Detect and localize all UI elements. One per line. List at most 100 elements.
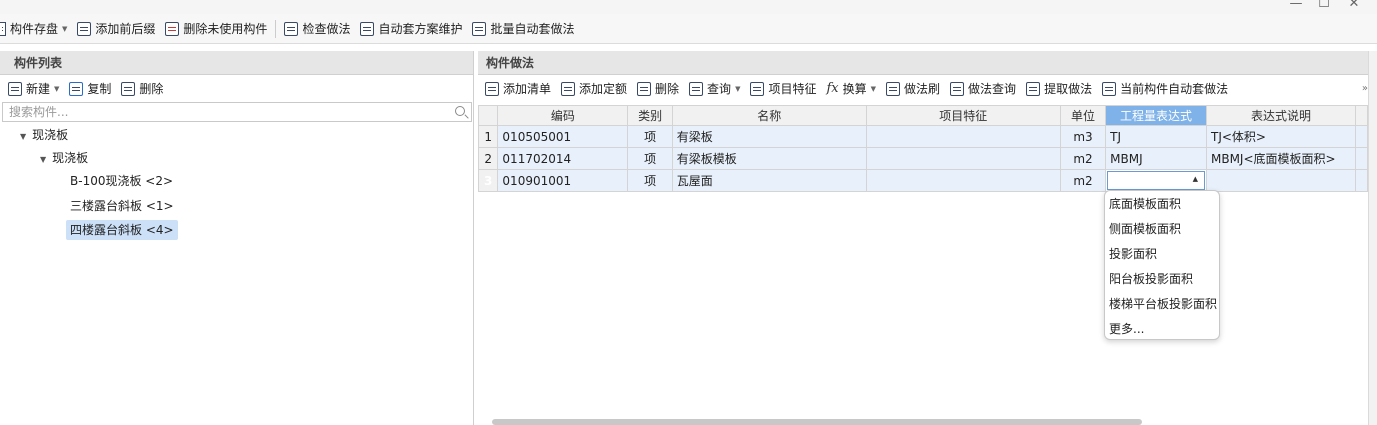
close-icon[interactable]: ✕ xyxy=(1344,0,1364,12)
auto-scheme-maintain-button[interactable]: 自动套方案维护 xyxy=(355,18,467,40)
horizontal-scrollbar-thumb[interactable] xyxy=(492,419,1142,425)
dropdown-option[interactable]: 阳台板投影面积 xyxy=(1105,267,1219,292)
new-button[interactable]: 新建 ▼ xyxy=(6,78,64,100)
search-box xyxy=(2,102,472,122)
search-input[interactable] xyxy=(3,103,471,121)
chevron-down-icon[interactable]: ▼ xyxy=(735,85,740,93)
auto-apply-current-button[interactable]: 当前构件自动套做法 xyxy=(1097,78,1233,100)
table-row[interactable]: 1 010505001 项 有梁板 m3 TJ TJ<体积> xyxy=(477,125,1368,148)
component-save-button[interactable]: 构件存盘 ▼ xyxy=(0,18,72,40)
delete-button[interactable]: 删除 xyxy=(116,78,168,100)
component-method-title: 构件做法 xyxy=(478,51,1368,75)
cell-feature[interactable] xyxy=(865,169,1061,192)
column-header-code[interactable]: 编码 xyxy=(497,105,629,126)
add-prefix-suffix-button[interactable]: 添加前后缀 xyxy=(72,18,160,40)
batch-auto-apply-button[interactable]: 批量自动套做法 xyxy=(467,18,579,40)
save-icon xyxy=(0,21,6,36)
auto-scheme-maintain-label: 自动套方案维护 xyxy=(378,22,463,36)
column-header-type[interactable]: 类别 xyxy=(627,105,673,126)
method-query-button[interactable]: 做法查询 xyxy=(945,78,1021,100)
cell-name[interactable]: 有梁板 xyxy=(671,125,867,148)
vertical-scrollbar[interactable] xyxy=(1368,51,1377,425)
column-header-name[interactable]: 名称 xyxy=(671,105,867,126)
add-list-icon xyxy=(485,81,499,96)
cell-spacer xyxy=(1355,125,1368,148)
add-list-button[interactable]: 添加清单 xyxy=(480,78,556,100)
cell-type[interactable]: 项 xyxy=(627,125,673,148)
expand-triangle-icon[interactable]: ▼ xyxy=(20,132,26,141)
cell-code[interactable]: 010505001 xyxy=(497,125,629,148)
table-row[interactable]: 2 011702014 项 有梁板模板 m2 MBMJ MBMJ<底面模板面积> xyxy=(477,147,1368,170)
cell-expression-desc[interactable]: TJ<体积> xyxy=(1205,125,1357,148)
delete-unused-button[interactable]: 删除未使用构件 xyxy=(160,18,272,40)
add-quota-button[interactable]: 添加定额 xyxy=(556,78,632,100)
method-grid: 编码 类别 名称 项目特征 单位 工程量表达式 表达式说明 1 01050500… xyxy=(477,105,1368,192)
expression-editor[interactable]: ▲ xyxy=(1107,171,1205,190)
tree-item-floor4-slab[interactable]: 四楼露台斜板 <4> xyxy=(66,220,178,240)
tree-node-label: 现浇板 xyxy=(52,151,89,165)
column-header-feature[interactable]: 项目特征 xyxy=(865,105,1061,126)
table-row[interactable]: 3 010901001 项 瓦屋面 m2 ▲ xyxy=(477,169,1368,192)
tree-node-root[interactable]: ▼ 现浇板 xyxy=(16,125,72,145)
search-icon[interactable] xyxy=(455,106,465,116)
dropdown-option[interactable]: 投影面积 xyxy=(1105,242,1219,267)
row-number[interactable]: 1 xyxy=(477,125,499,148)
chevron-down-icon[interactable]: ▼ xyxy=(62,25,67,33)
method-brush-button[interactable]: 做法刷 xyxy=(881,78,945,100)
maximize-icon[interactable]: ☐ xyxy=(1314,0,1334,12)
expand-triangle-icon[interactable]: ▼ xyxy=(40,155,46,164)
dropdown-option[interactable]: 楼梯平台板投影面积 xyxy=(1105,292,1219,317)
dropdown-option[interactable]: 底面模板面积 xyxy=(1105,192,1219,217)
window-title-bar: — ☐ ✕ xyxy=(0,0,1377,14)
cell-type[interactable]: 项 xyxy=(627,169,673,192)
method-query-icon xyxy=(950,81,965,96)
cell-expression[interactable]: MBMJ xyxy=(1105,147,1207,170)
item-feature-label: 项目特征 xyxy=(768,82,817,96)
component-list-toolbar: 新建 ▼ 复制 删除 xyxy=(0,75,473,102)
cell-expression-desc[interactable] xyxy=(1205,169,1357,192)
batch-apply-icon xyxy=(472,21,487,36)
convert-button[interactable]: fx 换算 ▼ xyxy=(821,78,881,100)
cell-code[interactable]: 011702014 xyxy=(497,147,629,170)
tree-item-b100[interactable]: B-100现浇板 <2> xyxy=(66,171,177,191)
delete-label: 删除 xyxy=(139,82,164,96)
extract-method-label: 提取做法 xyxy=(1044,82,1093,96)
column-header-unit[interactable]: 单位 xyxy=(1059,105,1107,126)
method-query-label: 做法查询 xyxy=(968,82,1017,96)
cell-unit[interactable]: m3 xyxy=(1059,125,1107,148)
delete-row-button[interactable]: 删除 xyxy=(632,78,684,100)
minimize-icon[interactable]: — xyxy=(1286,0,1306,12)
cell-unit[interactable]: m2 xyxy=(1059,169,1107,192)
tree-node-child[interactable]: ▼ 现浇板 xyxy=(36,148,92,168)
cell-name[interactable]: 瓦屋面 xyxy=(671,169,867,192)
cell-type[interactable]: 项 xyxy=(627,147,673,170)
auto-apply-current-label: 当前构件自动套做法 xyxy=(1120,82,1229,96)
cell-feature[interactable] xyxy=(865,125,1061,148)
check-method-button[interactable]: 检查做法 xyxy=(279,18,355,40)
row-number[interactable]: 3 xyxy=(477,169,499,192)
cell-expression[interactable]: TJ xyxy=(1105,125,1207,148)
row-number[interactable]: 2 xyxy=(477,147,499,170)
expression-dropdown: 底面模板面积 侧面模板面积 投影面积 阳台板投影面积 楼梯平台板投影面积 更多.… xyxy=(1104,190,1220,340)
cell-code[interactable]: 010901001 xyxy=(497,169,629,192)
brush-icon xyxy=(886,81,901,96)
column-header-expression[interactable]: 工程量表达式 xyxy=(1105,105,1207,126)
dropdown-option-more[interactable]: 更多... xyxy=(1105,317,1219,342)
cell-unit[interactable]: m2 xyxy=(1059,147,1107,170)
cell-feature[interactable] xyxy=(865,147,1061,170)
item-feature-button[interactable]: 项目特征 xyxy=(745,78,821,100)
tree-item-floor3-slab[interactable]: 三楼露台斜板 <1> xyxy=(66,196,178,216)
row-number-header xyxy=(477,105,499,126)
dropdown-arrow-icon[interactable]: ▲ xyxy=(1193,175,1198,183)
column-header-expression-desc[interactable]: 表达式说明 xyxy=(1205,105,1357,126)
dropdown-option[interactable]: 侧面模板面积 xyxy=(1105,217,1219,242)
extract-method-button[interactable]: 提取做法 xyxy=(1021,78,1097,100)
expression-combo[interactable]: ▲ xyxy=(1105,169,1207,192)
chevron-down-icon[interactable]: ▼ xyxy=(54,85,59,93)
cell-expression-desc[interactable]: MBMJ<底面模板面积> xyxy=(1205,147,1357,170)
cell-spacer xyxy=(1355,147,1368,170)
chevron-down-icon[interactable]: ▼ xyxy=(871,85,876,93)
copy-button[interactable]: 复制 xyxy=(64,78,116,100)
query-button[interactable]: 查询 ▼ xyxy=(684,78,745,100)
cell-name[interactable]: 有梁板模板 xyxy=(671,147,867,170)
